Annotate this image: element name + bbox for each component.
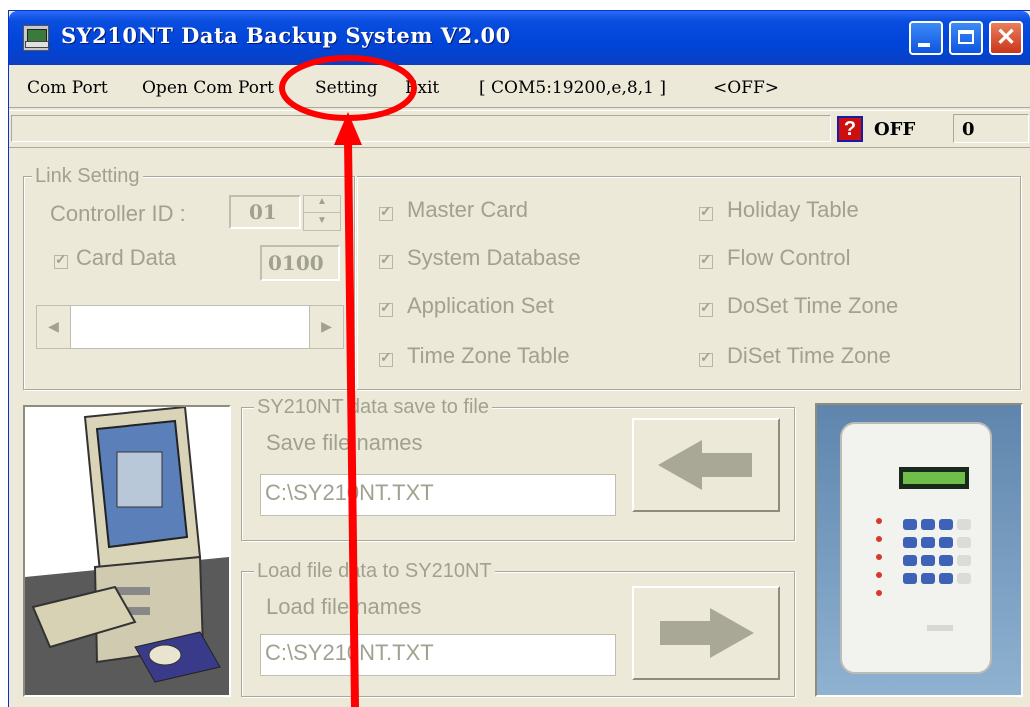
annotation-overlay [279,55,417,707]
highlight-ellipse [279,55,417,121]
annotation-arrow-shaft [344,139,359,707]
